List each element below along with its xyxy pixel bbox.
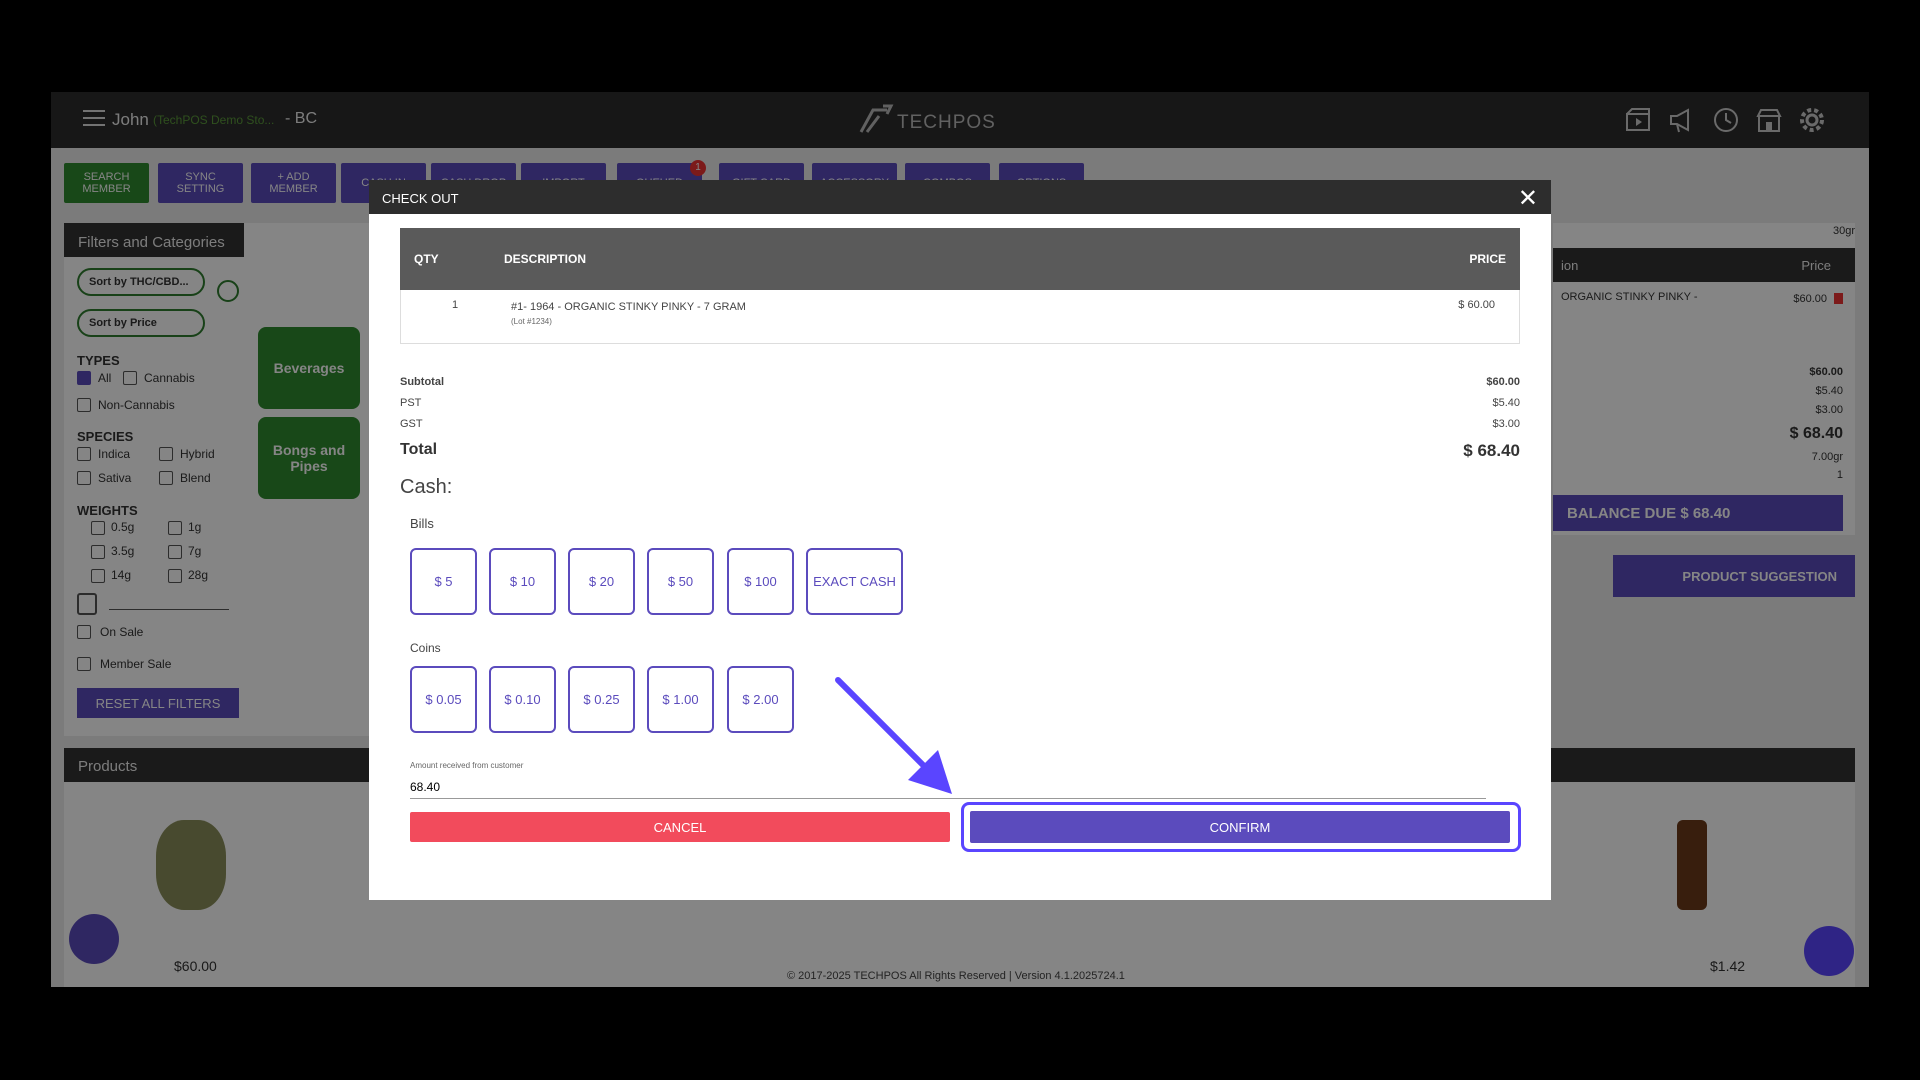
subtotal-label: Subtotal (400, 376, 444, 388)
checkout-title: CHECK OUT (382, 191, 459, 206)
coin-200-button[interactable]: $ 2.00 (727, 666, 794, 733)
line-qty: 1 (452, 299, 459, 311)
total-value: $ 68.40 (1463, 441, 1520, 460)
line-price: $ 60.00 (1458, 299, 1495, 311)
coin-005-button[interactable]: $ 0.05 (410, 666, 477, 733)
coin-100-button[interactable]: $ 1.00 (647, 666, 714, 733)
gst-value: $3.00 (1492, 418, 1520, 430)
table-row: 1 #1- 1964 - ORGANIC STINKY PINKY - 7 GR… (400, 290, 1520, 344)
checkout-header: CHECK OUT ✕ (369, 180, 1551, 214)
col-qty: QTY (414, 252, 439, 266)
col-price: PRICE (1469, 252, 1506, 266)
bill-10-button[interactable]: $ 10 (489, 548, 556, 615)
close-icon[interactable]: ✕ (1518, 184, 1538, 213)
cash-heading: Cash: (400, 476, 453, 498)
total-label: Total (400, 441, 438, 458)
bill-50-button[interactable]: $ 50 (647, 548, 714, 615)
confirm-button[interactable]: CONFIRM (970, 811, 1510, 843)
checkout-table-header: QTY DESCRIPTION PRICE (400, 228, 1520, 290)
gst-label: GST (400, 418, 423, 430)
bill-20-button[interactable]: $ 20 (568, 548, 635, 615)
bill-5-button[interactable]: $ 5 (410, 548, 477, 615)
amount-received-label: Amount received from customer (410, 761, 524, 770)
arrow-pointer-icon (835, 677, 952, 794)
subtotal-value: $60.00 (1486, 376, 1520, 388)
coin-025-button[interactable]: $ 0.25 (568, 666, 635, 733)
pst-value: $5.40 (1492, 397, 1520, 409)
bills-label: Bills (410, 516, 434, 531)
coin-010-button[interactable]: $ 0.10 (489, 666, 556, 733)
cancel-button[interactable]: CANCEL (410, 812, 950, 842)
line-description: #1- 1964 - ORGANIC STINKY PINKY - 7 GRAM (511, 301, 746, 313)
pst-label: PST (400, 397, 422, 409)
checkout-modal: CHECK OUT ✕ QTY DESCRIPTION PRICE 1 #1- … (369, 180, 1551, 900)
line-lot: (Lot #1234) (511, 317, 552, 326)
col-description: DESCRIPTION (504, 252, 587, 266)
bill-100-button[interactable]: $ 100 (727, 548, 794, 615)
exact-cash-button[interactable]: EXACT CASH (806, 548, 903, 615)
coins-label: Coins (410, 641, 441, 655)
